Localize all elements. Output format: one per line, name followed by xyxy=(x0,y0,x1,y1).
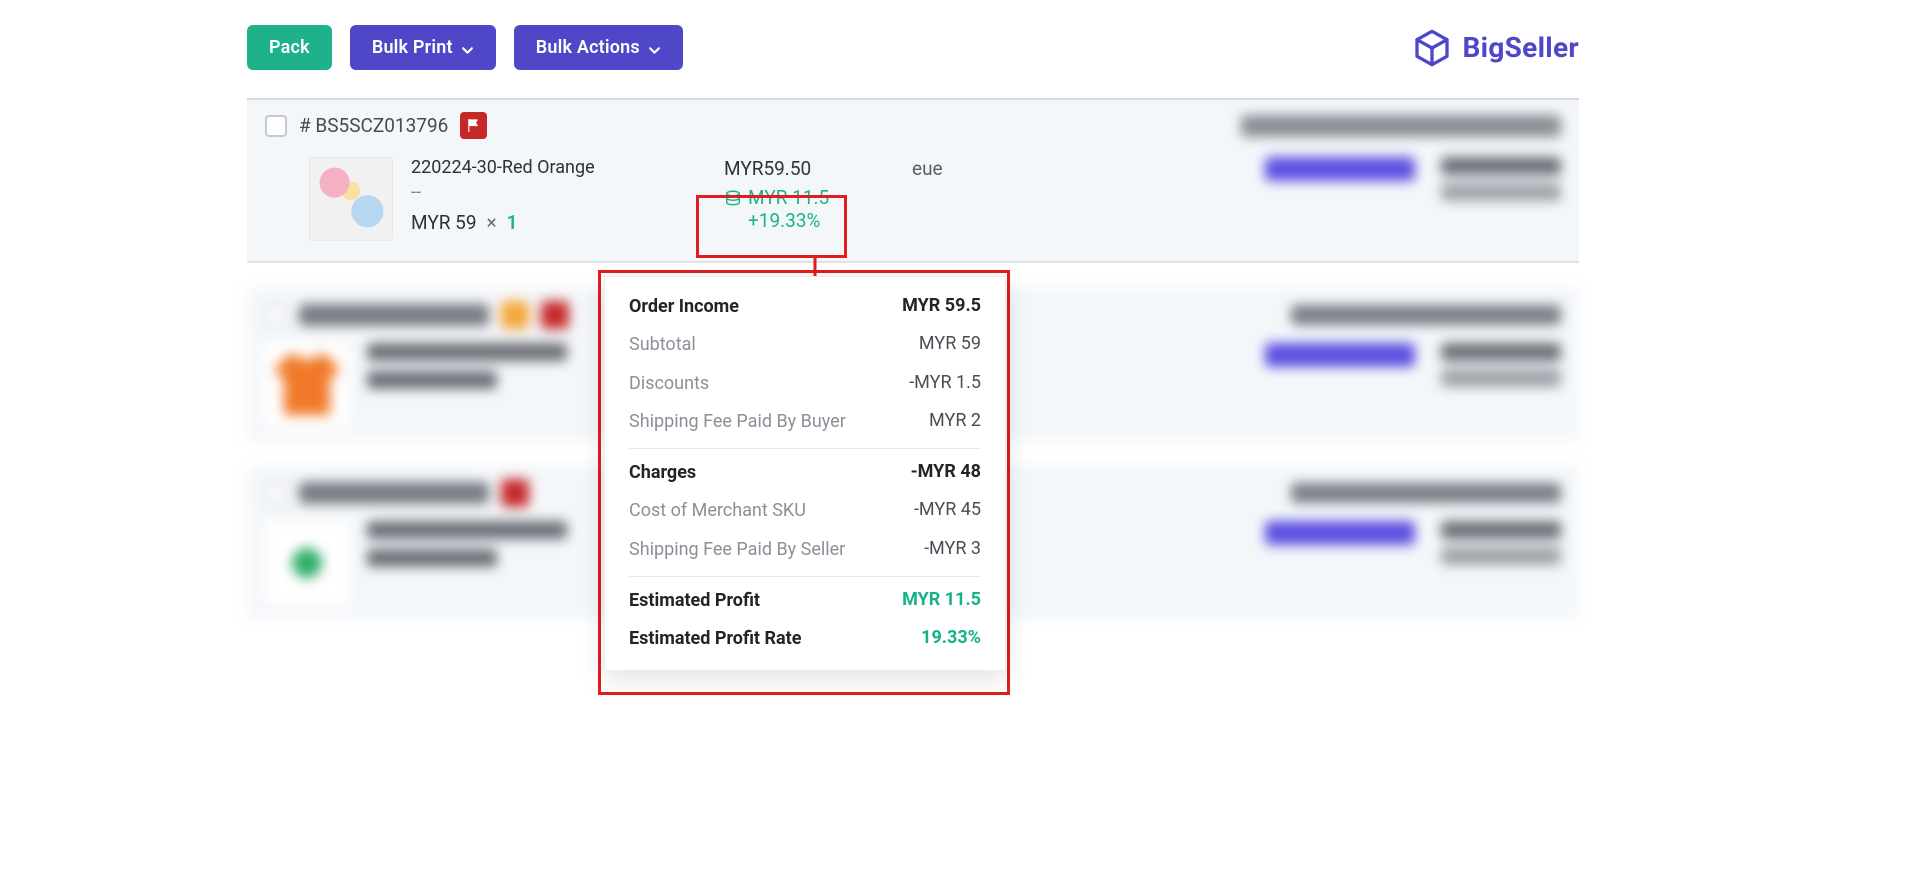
order-card: # BS5SCZ013796 220224-30-Red Orange -- M… xyxy=(247,100,1579,265)
order-checkbox[interactable] xyxy=(265,304,287,326)
est-profit-label: Estimated Profit xyxy=(629,589,760,613)
cost-sku-value: -MYR 45 xyxy=(914,499,981,523)
order-body: 220224-30-Red Orange -- MYR 59 × 1 MYR59… xyxy=(247,147,1579,263)
order-header: # BS5SCZ013796 xyxy=(247,100,1579,147)
ship-buyer-label: Shipping Fee Paid By Buyer xyxy=(629,410,846,434)
profit-rate: +19.33% xyxy=(748,209,894,232)
order-total: MYR59.50 xyxy=(724,157,894,180)
charges-value: -MYR 48 xyxy=(911,461,981,485)
flag-icon[interactable] xyxy=(460,112,487,139)
brand-name: BigSeller xyxy=(1462,31,1579,64)
est-profit-value: MYR 11.5 xyxy=(902,589,981,613)
bulk-print-label: Bulk Print xyxy=(372,37,453,58)
bulk-actions-label: Bulk Actions xyxy=(536,37,640,58)
ship-seller-value: -MYR 3 xyxy=(924,538,981,562)
product-variant: -- xyxy=(411,182,706,203)
subtotal-value: MYR 59 xyxy=(919,333,981,357)
pack-label: Pack xyxy=(269,37,310,58)
header-meta xyxy=(1241,115,1561,137)
discounts-label: Discounts xyxy=(629,372,709,396)
discounts-value: -MYR 1.5 xyxy=(909,372,981,396)
order-right-meta xyxy=(1265,157,1561,241)
subtotal-label: Subtotal xyxy=(629,333,696,357)
charges-label: Charges xyxy=(629,461,696,485)
est-rate-value: 19.33% xyxy=(921,627,981,651)
chevron-down-icon xyxy=(648,41,661,54)
cube-icon xyxy=(1412,28,1452,68)
coins-icon xyxy=(724,189,742,207)
income-value: MYR 59.5 xyxy=(902,295,981,319)
toolbar: Pack Bulk Print Bulk Actions xyxy=(247,25,1579,70)
chevron-down-icon xyxy=(461,41,474,54)
order-number: # BS5SCZ013796 xyxy=(299,114,448,137)
product-qty: 1 xyxy=(507,211,518,234)
amount-column: MYR59.50 MYR 11.5 +19.33% xyxy=(724,157,894,241)
product-price: MYR 59 × 1 xyxy=(411,211,706,234)
estimated-profit[interactable]: MYR 11.5 xyxy=(724,186,894,209)
cost-sku-label: Cost of Merchant SKU xyxy=(629,499,806,523)
buyer-name: eue xyxy=(912,157,1072,241)
profit-breakdown-tooltip: Order Income MYR 59.5 Subtotal MYR 59 Di… xyxy=(604,276,1006,671)
product-name: 220224-30-Red Orange xyxy=(411,157,706,178)
order-checkbox[interactable] xyxy=(265,482,287,504)
bulk-actions-button[interactable]: Bulk Actions xyxy=(514,25,683,70)
product-thumbnail[interactable] xyxy=(309,157,393,241)
bulk-print-button[interactable]: Bulk Print xyxy=(350,25,496,70)
pack-button[interactable]: Pack xyxy=(247,25,332,70)
est-rate-label: Estimated Profit Rate xyxy=(629,627,801,651)
ship-buyer-value: MYR 2 xyxy=(929,410,981,434)
brand-logo: BigSeller xyxy=(1412,28,1579,68)
multiply-symbol: × xyxy=(487,211,497,234)
income-label: Order Income xyxy=(629,295,739,319)
order-checkbox[interactable] xyxy=(265,115,287,137)
ship-seller-label: Shipping Fee Paid By Seller xyxy=(629,538,845,562)
